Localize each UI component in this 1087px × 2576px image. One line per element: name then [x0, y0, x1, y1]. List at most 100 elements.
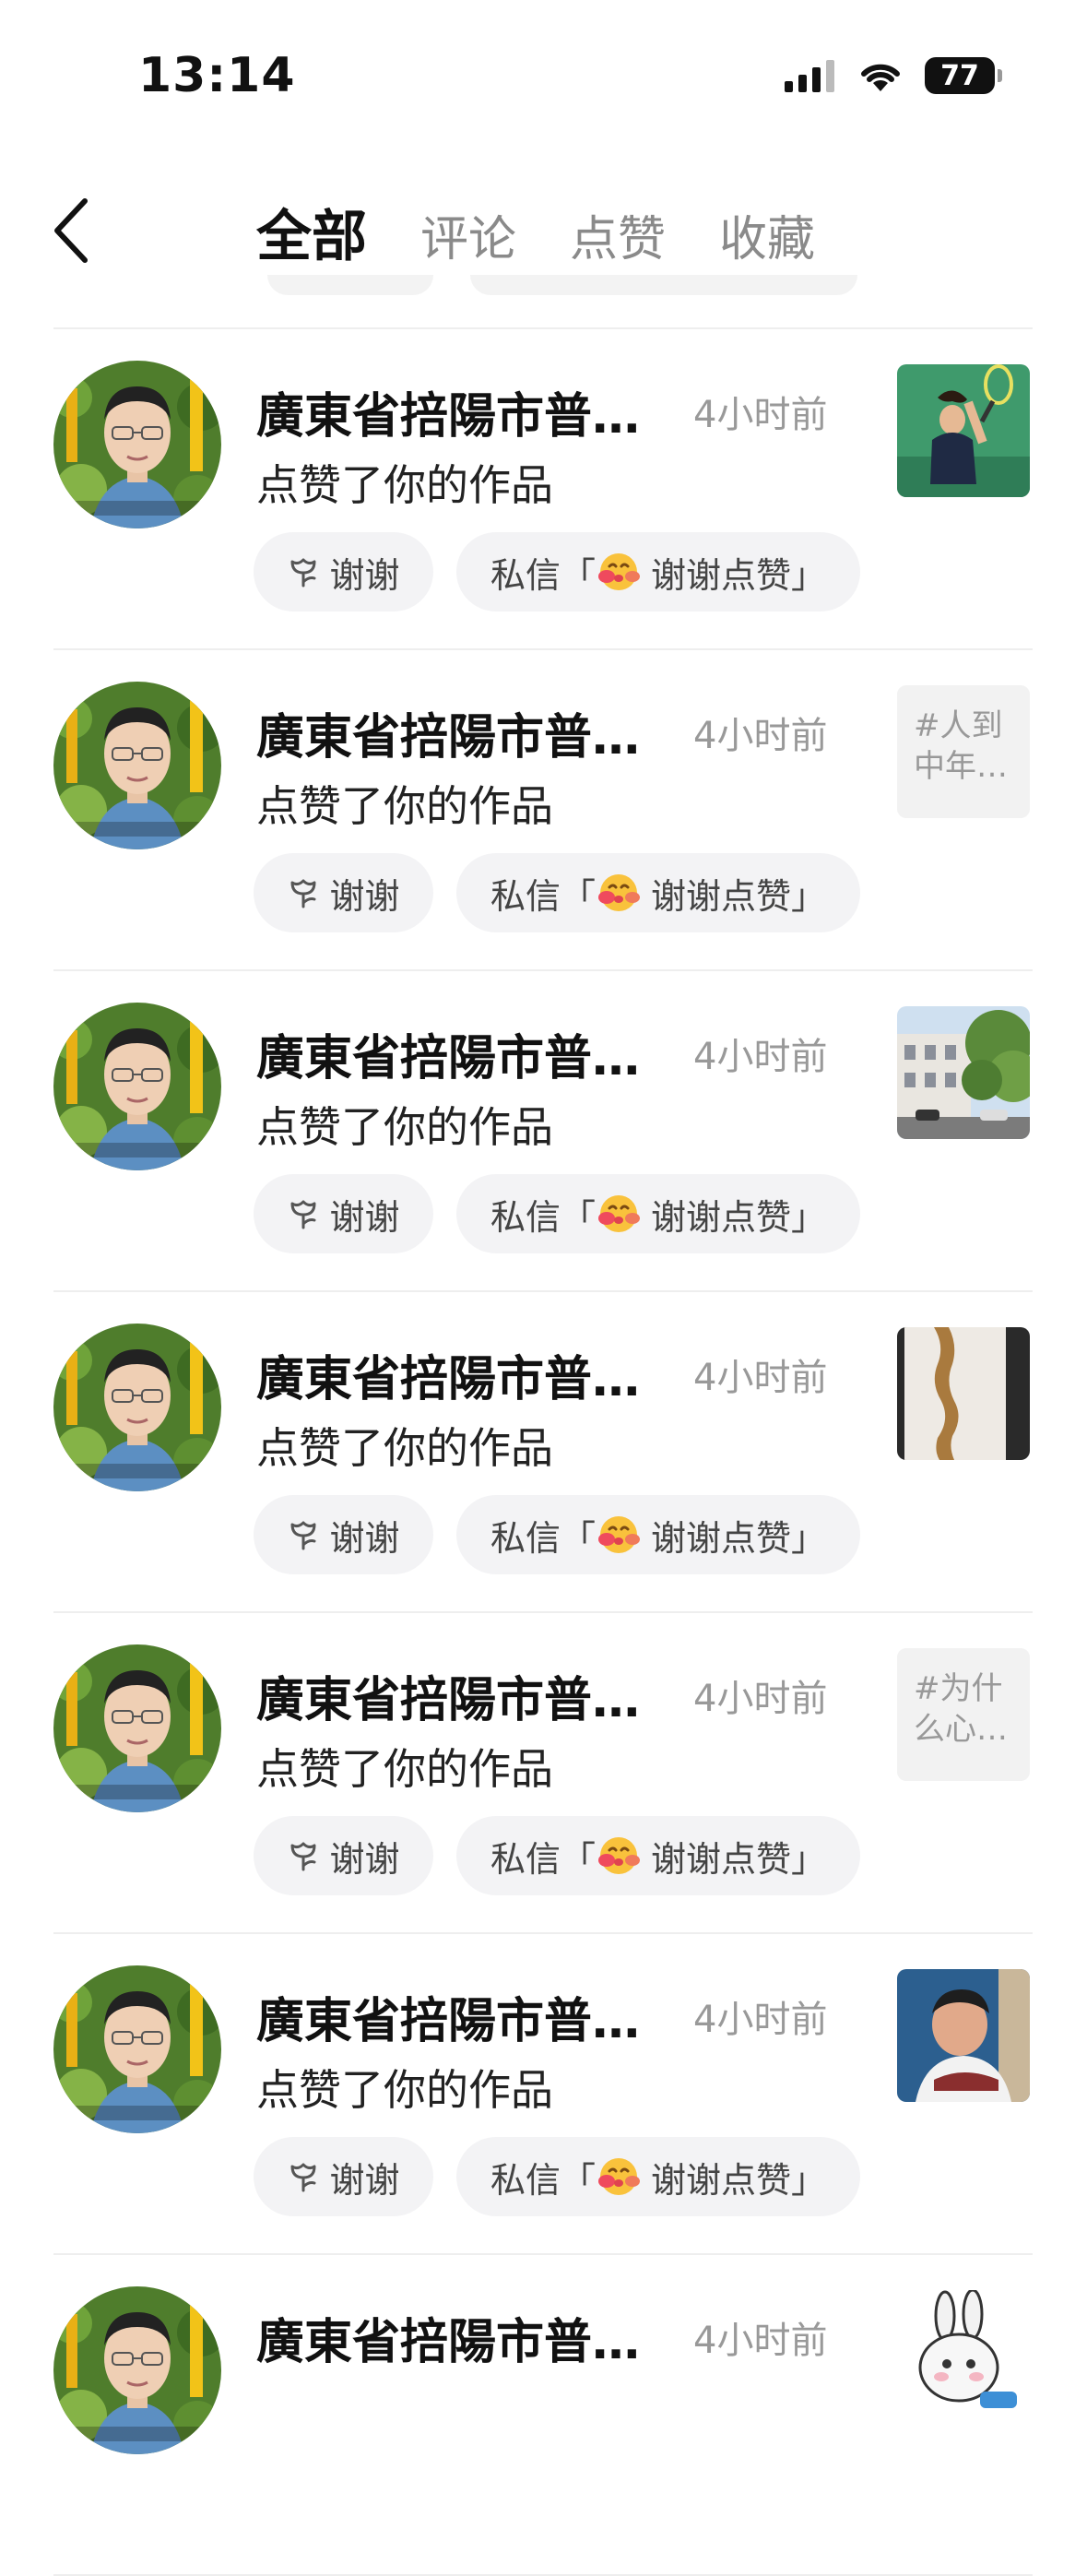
- thanks-label: 谢谢: [329, 1838, 400, 1880]
- dm-thanks-button[interactable]: 私信「 谢谢点赞」: [456, 1495, 860, 1574]
- dm-text-label: 谢谢点赞」: [651, 2159, 827, 2201]
- dm-prefix-label: 私信「: [490, 1196, 596, 1238]
- list-item[interactable]: 廣東省掊陽市普… 4小时前 点赞了你的作品 谢谢 私信「 谢谢点赞」: [0, 1292, 1087, 1611]
- avatar[interactable]: [53, 1965, 221, 2133]
- kiss-emoji-icon: [598, 874, 640, 911]
- thanks-button[interactable]: 谢谢: [254, 1174, 433, 1253]
- dm-text-label: 谢谢点赞」: [651, 554, 827, 596]
- tab-bar: 全部 评论 点赞 收藏: [256, 192, 815, 272]
- dm-text-label: 谢谢点赞」: [651, 1838, 827, 1880]
- thanks-button[interactable]: 谢谢: [254, 532, 433, 611]
- avatar[interactable]: [53, 682, 221, 849]
- thanks-button[interactable]: 谢谢: [254, 1495, 433, 1574]
- man-portrait-thumbnail[interactable]: [897, 1969, 1030, 2102]
- flower-icon: [290, 2163, 316, 2192]
- status-bar: 13:14 77: [0, 0, 1087, 157]
- avatar[interactable]: [53, 1003, 221, 1170]
- action-text: 点赞了你的作品: [256, 1423, 553, 1473]
- action-text: 点赞了你的作品: [256, 781, 553, 831]
- status-icons: 77: [785, 57, 1002, 94]
- user-name[interactable]: 廣東省掊陽市普…: [256, 698, 653, 767]
- avatar[interactable]: [53, 1324, 221, 1491]
- dm-thanks-button[interactable]: 私信「 谢谢点赞」: [456, 2137, 860, 2216]
- list-item[interactable]: 廣東省掊陽市普… 4小时前 点赞了你的作品 谢谢 私信「 谢谢点赞」: [0, 1934, 1087, 2253]
- dm-text-label: 谢谢点赞」: [651, 1196, 827, 1238]
- thanks-button[interactable]: 谢谢: [254, 2137, 433, 2216]
- thanks-label: 谢谢: [329, 554, 400, 596]
- thanks-button[interactable]: 谢谢: [254, 853, 433, 932]
- timestamp: 4小时前: [693, 715, 828, 757]
- kiss-emoji-icon: [598, 1837, 640, 1874]
- list-item[interactable]: 廣東省掊陽市普… 4小时前: [0, 2255, 1087, 2574]
- flower-icon: [290, 1842, 316, 1871]
- list-item[interactable]: 廣東省掊陽市普… 4小时前 点赞了你的作品 谢谢 私信「 谢谢点赞」: [0, 329, 1087, 648]
- kiss-emoji-icon: [598, 2158, 640, 2195]
- rabbit-cartoon-thumbnail[interactable]: [897, 2290, 1030, 2423]
- post-thumbnail-text[interactable]: #人到中年…: [897, 685, 1030, 818]
- dm-prefix-label: 私信「: [490, 2159, 596, 2201]
- action-text: 点赞了你的作品: [256, 1744, 553, 1794]
- street-building-thumbnail[interactable]: [897, 1006, 1030, 1139]
- kiss-emoji-icon: [598, 553, 640, 590]
- paper-object-thumbnail[interactable]: [897, 1327, 1030, 1460]
- dm-thanks-button[interactable]: 私信「 谢谢点赞」: [456, 1816, 860, 1895]
- tab-comments[interactable]: 评论: [420, 200, 516, 269]
- dm-thanks-button[interactable]: 私信「 谢谢点赞」: [456, 853, 860, 932]
- kiss-emoji-icon: [598, 1516, 640, 1553]
- user-name[interactable]: 廣東省掊陽市普…: [256, 1019, 653, 1088]
- user-name[interactable]: 廣東省掊陽市普…: [256, 1661, 653, 1730]
- flower-icon: [290, 1521, 316, 1550]
- flower-icon: [290, 879, 316, 908]
- user-name[interactable]: 廣東省掊陽市普…: [256, 1982, 653, 2051]
- dm-prefix-label: 私信「: [490, 875, 596, 917]
- tennis-player-thumbnail[interactable]: [897, 364, 1030, 497]
- kiss-emoji-icon: [598, 1195, 640, 1232]
- dm-prefix-label: 私信「: [490, 1838, 596, 1880]
- timestamp: 4小时前: [693, 1357, 828, 1399]
- tab-all[interactable]: 全部: [256, 192, 367, 272]
- dm-prefix-label: 私信「: [490, 1517, 596, 1559]
- timestamp: 4小时前: [693, 1036, 828, 1078]
- thanks-label: 谢谢: [329, 1196, 400, 1238]
- back-arrow-icon[interactable]: [46, 194, 101, 267]
- scrolled-button-edge: [470, 275, 857, 295]
- dm-thanks-button[interactable]: 私信「 谢谢点赞」: [456, 532, 860, 611]
- thumbnail-text-line: 中年…: [914, 748, 1008, 785]
- notification-list: 廣東省掊陽市普… 4小时前 点赞了你的作品 谢谢 私信「 谢谢点赞」 廣東省掊陽市…: [0, 327, 1087, 2576]
- wifi-icon: [861, 64, 900, 91]
- action-text: 点赞了你的作品: [256, 460, 553, 510]
- timestamp: 4小时前: [693, 394, 828, 436]
- battery-indicator: 77: [925, 57, 1002, 94]
- timestamp: 4小时前: [693, 2320, 828, 2362]
- post-thumbnail-text[interactable]: #为什么心…: [897, 1648, 1030, 1781]
- list-item[interactable]: 廣東省掊陽市普… 4小时前 点赞了你的作品 谢谢 私信「 谢谢点赞」 #人到中年…: [0, 650, 1087, 969]
- action-text: 点赞了你的作品: [256, 1102, 553, 1152]
- thumbnail-text-line: #人到: [914, 707, 1003, 744]
- avatar[interactable]: [53, 2286, 221, 2454]
- action-text: 点赞了你的作品: [256, 2065, 553, 2115]
- dm-text-label: 谢谢点赞」: [651, 875, 827, 917]
- thanks-label: 谢谢: [329, 2159, 400, 2201]
- dm-text-label: 谢谢点赞」: [651, 1517, 827, 1559]
- thumbnail-text-line: #为什: [914, 1670, 1003, 1707]
- avatar[interactable]: [53, 1644, 221, 1812]
- timestamp: 4小时前: [693, 1678, 828, 1720]
- thumbnail-text-line: 么心…: [914, 1711, 1008, 1748]
- list-item[interactable]: 廣東省掊陽市普… 4小时前 点赞了你的作品 谢谢 私信「 谢谢点赞」: [0, 971, 1087, 1290]
- signal-icon: [785, 60, 834, 92]
- avatar[interactable]: [53, 361, 221, 528]
- status-time: 13:14: [138, 48, 296, 103]
- thanks-label: 谢谢: [329, 875, 400, 917]
- timestamp: 4小时前: [693, 1999, 828, 2041]
- list-item[interactable]: 廣東省掊陽市普… 4小时前 点赞了你的作品 谢谢 私信「 谢谢点赞」 #为什么心…: [0, 1613, 1087, 1932]
- user-name[interactable]: 廣東省掊陽市普…: [256, 1340, 653, 1409]
- tab-likes[interactable]: 点赞: [570, 200, 666, 269]
- tab-favorites[interactable]: 收藏: [719, 200, 815, 269]
- dm-prefix-label: 私信「: [490, 554, 596, 596]
- thanks-button[interactable]: 谢谢: [254, 1816, 433, 1895]
- thanks-label: 谢谢: [329, 1517, 400, 1559]
- scrolled-button-edge: [267, 275, 433, 295]
- user-name[interactable]: 廣東省掊陽市普…: [256, 377, 653, 446]
- dm-thanks-button[interactable]: 私信「 谢谢点赞」: [456, 1174, 860, 1253]
- user-name[interactable]: 廣東省掊陽市普…: [256, 2303, 653, 2372]
